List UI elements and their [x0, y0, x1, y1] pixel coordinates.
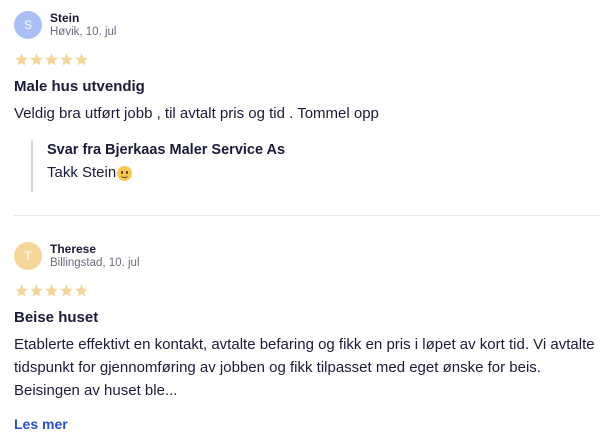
review-card: S Stein Høvik, 10. jul Male hus utvendig… [14, 10, 600, 192]
star-rating [14, 52, 600, 70]
reviewer-meta: Stein Høvik, 10. jul [50, 11, 116, 39]
star-rating [14, 283, 600, 301]
star-icon [14, 283, 29, 298]
reviewer-name: Stein [50, 11, 80, 25]
review-title: Beise huset [14, 309, 99, 326]
review-title: Male hus utvendig [14, 78, 145, 95]
star-icon [44, 283, 59, 298]
reviews-list: S Stein Høvik, 10. jul Male hus utvendig… [0, 0, 600, 439]
read-more-link[interactable]: Les mer [14, 416, 68, 432]
review-text: Veldig bra utført jobb , til avtalt pris… [14, 105, 379, 122]
avatar: S [14, 11, 42, 39]
avatar: T [14, 242, 42, 270]
review-header: S Stein Høvik, 10. jul [14, 10, 600, 40]
review-text: Etablerte effektivt en kontakt, avtalte … [14, 336, 595, 399]
star-icon [74, 52, 89, 67]
review-card: T Therese Billingstad, 10. jul Beise hus… [14, 241, 600, 434]
reviewer-location-date: Billingstad, 10. jul [50, 257, 140, 269]
reviewer-location-date: Høvik, 10. jul [50, 26, 117, 38]
reviewer-meta: Therese Billingstad, 10. jul [50, 242, 140, 270]
review-header: T Therese Billingstad, 10. jul [14, 241, 600, 271]
star-icon [29, 283, 44, 298]
star-icon [59, 52, 74, 67]
company-reply: Svar fra Bjerkaas Maler Service As Takk … [31, 140, 600, 192]
reply-text: Takk Stein [47, 164, 117, 181]
star-icon [59, 283, 74, 298]
star-icon [44, 52, 59, 67]
reviewer-name: Therese [50, 242, 97, 256]
star-icon [74, 283, 89, 298]
reply-heading: Svar fra Bjerkaas Maler Service As [47, 142, 286, 158]
smiling-face-icon [117, 165, 133, 181]
star-icon [14, 52, 29, 67]
divider [14, 215, 600, 216]
star-icon [29, 52, 44, 67]
reply-body: Takk Stein [47, 162, 600, 184]
